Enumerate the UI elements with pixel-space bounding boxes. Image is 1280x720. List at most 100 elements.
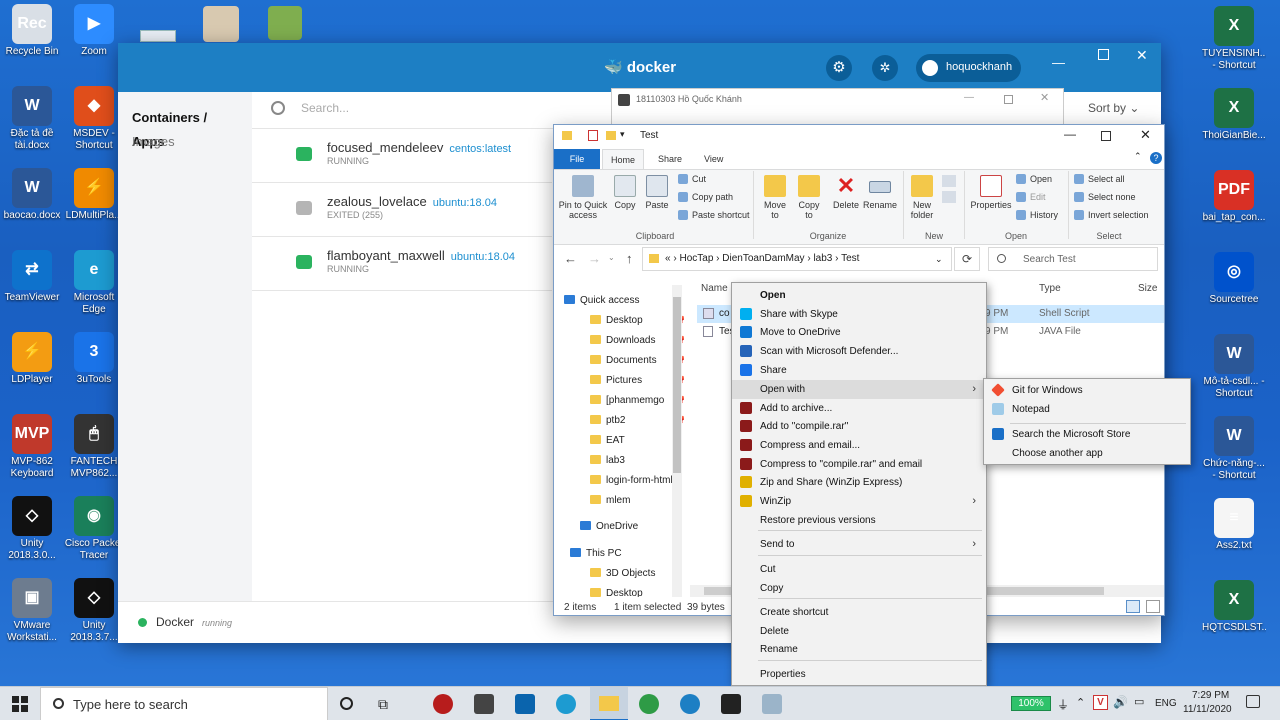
menu-item-compress-to-compile-rar-and-email[interactable]: Compress to "compile.rar" and email (732, 455, 986, 474)
desktop-icon[interactable]: e Microsoft Edge (62, 250, 126, 316)
desktop-icon[interactable]: ▣ VMware Workstati... (0, 578, 64, 644)
clock-date[interactable]: 11/11/2020 (1183, 704, 1232, 715)
collapse-ribbon-icon[interactable]: ⌃ (1134, 151, 1142, 162)
delete-button[interactable]: ✕ Delete (830, 175, 862, 211)
maximize-icon[interactable] (1004, 95, 1013, 104)
pin-quick-access-button[interactable]: Pin to Quick access (558, 175, 608, 220)
menu-item-delete[interactable]: Delete (732, 622, 986, 641)
refresh-button[interactable]: ⟳ (954, 247, 980, 271)
battery-indicator[interactable]: 100% (1011, 696, 1051, 711)
properties-button[interactable]: Properties (968, 175, 1014, 210)
help-icon[interactable]: ? (1150, 152, 1162, 164)
app-icon[interactable] (639, 694, 659, 714)
new-folder-icon[interactable] (606, 131, 616, 140)
edge-icon[interactable] (556, 694, 576, 714)
container-row[interactable]: zealous_lovelace ubuntu:18.04 EXITED (255) (252, 183, 552, 237)
troubleshoot-bug-icon[interactable]: ✲ (872, 55, 898, 81)
desktop-icon[interactable]: 🖱 FANTECH MVP862... (62, 414, 126, 480)
tab-view[interactable]: View (696, 149, 731, 169)
desktop-icon[interactable]: 3 3uTools (62, 332, 126, 386)
menu-item-restore-previous-versions[interactable]: Restore previous versions (732, 511, 986, 530)
minimize-icon[interactable]: — (1052, 55, 1065, 70)
nav-item[interactable]: Quick access (564, 291, 639, 311)
chevron-down-icon[interactable]: ⌄ (935, 248, 943, 270)
menu-item-share[interactable]: Share (732, 361, 986, 380)
chevron-up-icon[interactable]: ⌃ (1076, 696, 1085, 709)
sort-by-dropdown[interactable]: Sort by ⌄ (1088, 101, 1139, 115)
container-row[interactable]: flamboyant_maxwell ubuntu:18.04 RUNNING (252, 237, 552, 291)
desktop-shortcut-icon[interactable] (140, 30, 176, 42)
menu-item-cut[interactable]: Cut (732, 560, 986, 579)
back-arrow-icon[interactable]: ← (564, 251, 577, 266)
container-image-tag[interactable]: ubuntu:18.04 (433, 197, 497, 209)
maximize-icon[interactable] (1101, 131, 1111, 141)
power-plug-icon[interactable]: ⏚ (1057, 696, 1069, 713)
app-icon[interactable] (762, 694, 782, 714)
copy-button[interactable]: Copy (610, 175, 640, 210)
desktop-icon[interactable]: MVP MVP-862 Keyboard (0, 414, 64, 480)
column-header-name[interactable]: Name (701, 283, 728, 294)
nav-item[interactable]: 3D Objects (590, 564, 655, 584)
paste-button[interactable]: Paste (642, 175, 672, 210)
notification-icon[interactable] (1246, 695, 1260, 708)
close-icon[interactable]: ✕ (1136, 47, 1148, 64)
network-icon[interactable]: ▭ (1134, 695, 1144, 708)
copy-to-button[interactable]: Copy to (794, 175, 824, 220)
address-bar[interactable]: « › HocTap › DienToanDamMay › lab3 › Tes… (642, 247, 952, 271)
paste-shortcut-button[interactable]: Paste shortcut (676, 207, 750, 223)
nav-item[interactable]: login-form-html (590, 471, 673, 491)
desktop-icon[interactable]: ≡ Ass2.txt (1202, 498, 1266, 552)
background-window[interactable]: 18110303 Hồ Quốc Khánh — ✕ (611, 88, 1064, 128)
menu-item-winzip[interactable]: WinZip › (732, 492, 986, 511)
select-all-button[interactable]: Select all (1072, 171, 1125, 187)
clock-time[interactable]: 7:29 PM (1192, 690, 1229, 701)
menu-item-rename[interactable]: Rename (732, 640, 986, 659)
nav-item[interactable]: EAT (590, 431, 625, 451)
new-item-icon[interactable] (942, 175, 956, 187)
menu-item-open-with[interactable]: Open with › (732, 380, 986, 399)
task-view-icon[interactable]: ⧉ (378, 696, 388, 713)
menu-item-git-for-windows[interactable]: Git for Windows (984, 381, 1190, 400)
rename-button[interactable]: Rename (862, 175, 898, 210)
volume-icon[interactable]: 🔊 (1113, 695, 1128, 709)
menu-item-add-to-archive[interactable]: Add to archive... (732, 399, 986, 418)
store-icon[interactable] (474, 694, 494, 714)
desktop-icon[interactable]: W Đặc tả đề tài.docx (0, 86, 64, 152)
menu-item-zip-and-share-winzip-express[interactable]: Zip and Share (WinZip Express) (732, 473, 986, 492)
breadcrumb-test[interactable]: Test (841, 253, 859, 264)
menu-item-send-to[interactable]: Send to › (732, 535, 986, 554)
desktop-icon[interactable]: ◉ Cisco Packet Tracer (62, 496, 126, 562)
menu-item-scan-with-microsoft-defender[interactable]: Scan with Microsoft Defender... (732, 342, 986, 361)
desktop-icon[interactable]: W Mô-tả-csdl... - Shortcut (1202, 334, 1266, 400)
desktop-icon[interactable]: ◆ MSDEV - Shortcut (62, 86, 126, 152)
move-to-button[interactable]: Move to (760, 175, 790, 220)
history-button[interactable]: History (1014, 207, 1058, 223)
vietkey-icon[interactable]: V (1093, 695, 1108, 710)
desktop-shortcut-icon[interactable] (203, 6, 239, 42)
nav-item[interactable]: This PC (570, 544, 622, 564)
breadcrumb-hoctap[interactable]: HocTap (679, 253, 713, 264)
nav-item[interactable]: Desktop📌 (590, 311, 684, 331)
desktop-icon[interactable]: X HQTCSDLST... (1202, 580, 1266, 634)
desktop-icon[interactable]: PDF bai_tap_con... (1202, 170, 1266, 224)
nav-item[interactable]: Downloads📌 (590, 331, 684, 351)
desktop-icon[interactable]: ▶ Zoom (62, 4, 126, 58)
container-image-tag[interactable]: ubuntu:18.04 (451, 251, 515, 263)
desktop-icon[interactable]: ⇄ TeamViewer (0, 250, 64, 304)
taskbar-app-icon[interactable] (433, 694, 453, 714)
nav-item[interactable]: ptb2📌 (590, 411, 684, 431)
nav-item[interactable]: Pictures📌 (590, 371, 684, 391)
nav-item[interactable]: Desktop (590, 584, 643, 597)
close-icon[interactable]: ✕ (1040, 91, 1049, 104)
language-indicator[interactable]: ENG (1155, 698, 1177, 709)
cut-button[interactable]: Cut (676, 171, 706, 187)
container-image-tag[interactable]: centos:latest (449, 143, 511, 155)
menu-item-add-to-compile-rar[interactable]: Add to "compile.rar" (732, 417, 986, 436)
desktop-icon[interactable]: X TUYENSINH... - Shortcut (1202, 6, 1266, 72)
breadcrumb-lab3[interactable]: lab3 (813, 253, 832, 264)
nav-item[interactable]: Documents📌 (590, 351, 684, 371)
invert-selection-button[interactable]: Invert selection (1072, 207, 1149, 223)
search-input[interactable]: Search... (301, 101, 349, 115)
new-folder-button[interactable]: New folder (906, 175, 938, 220)
desktop-icon[interactable]: X ThoiGianBie... (1202, 88, 1266, 142)
